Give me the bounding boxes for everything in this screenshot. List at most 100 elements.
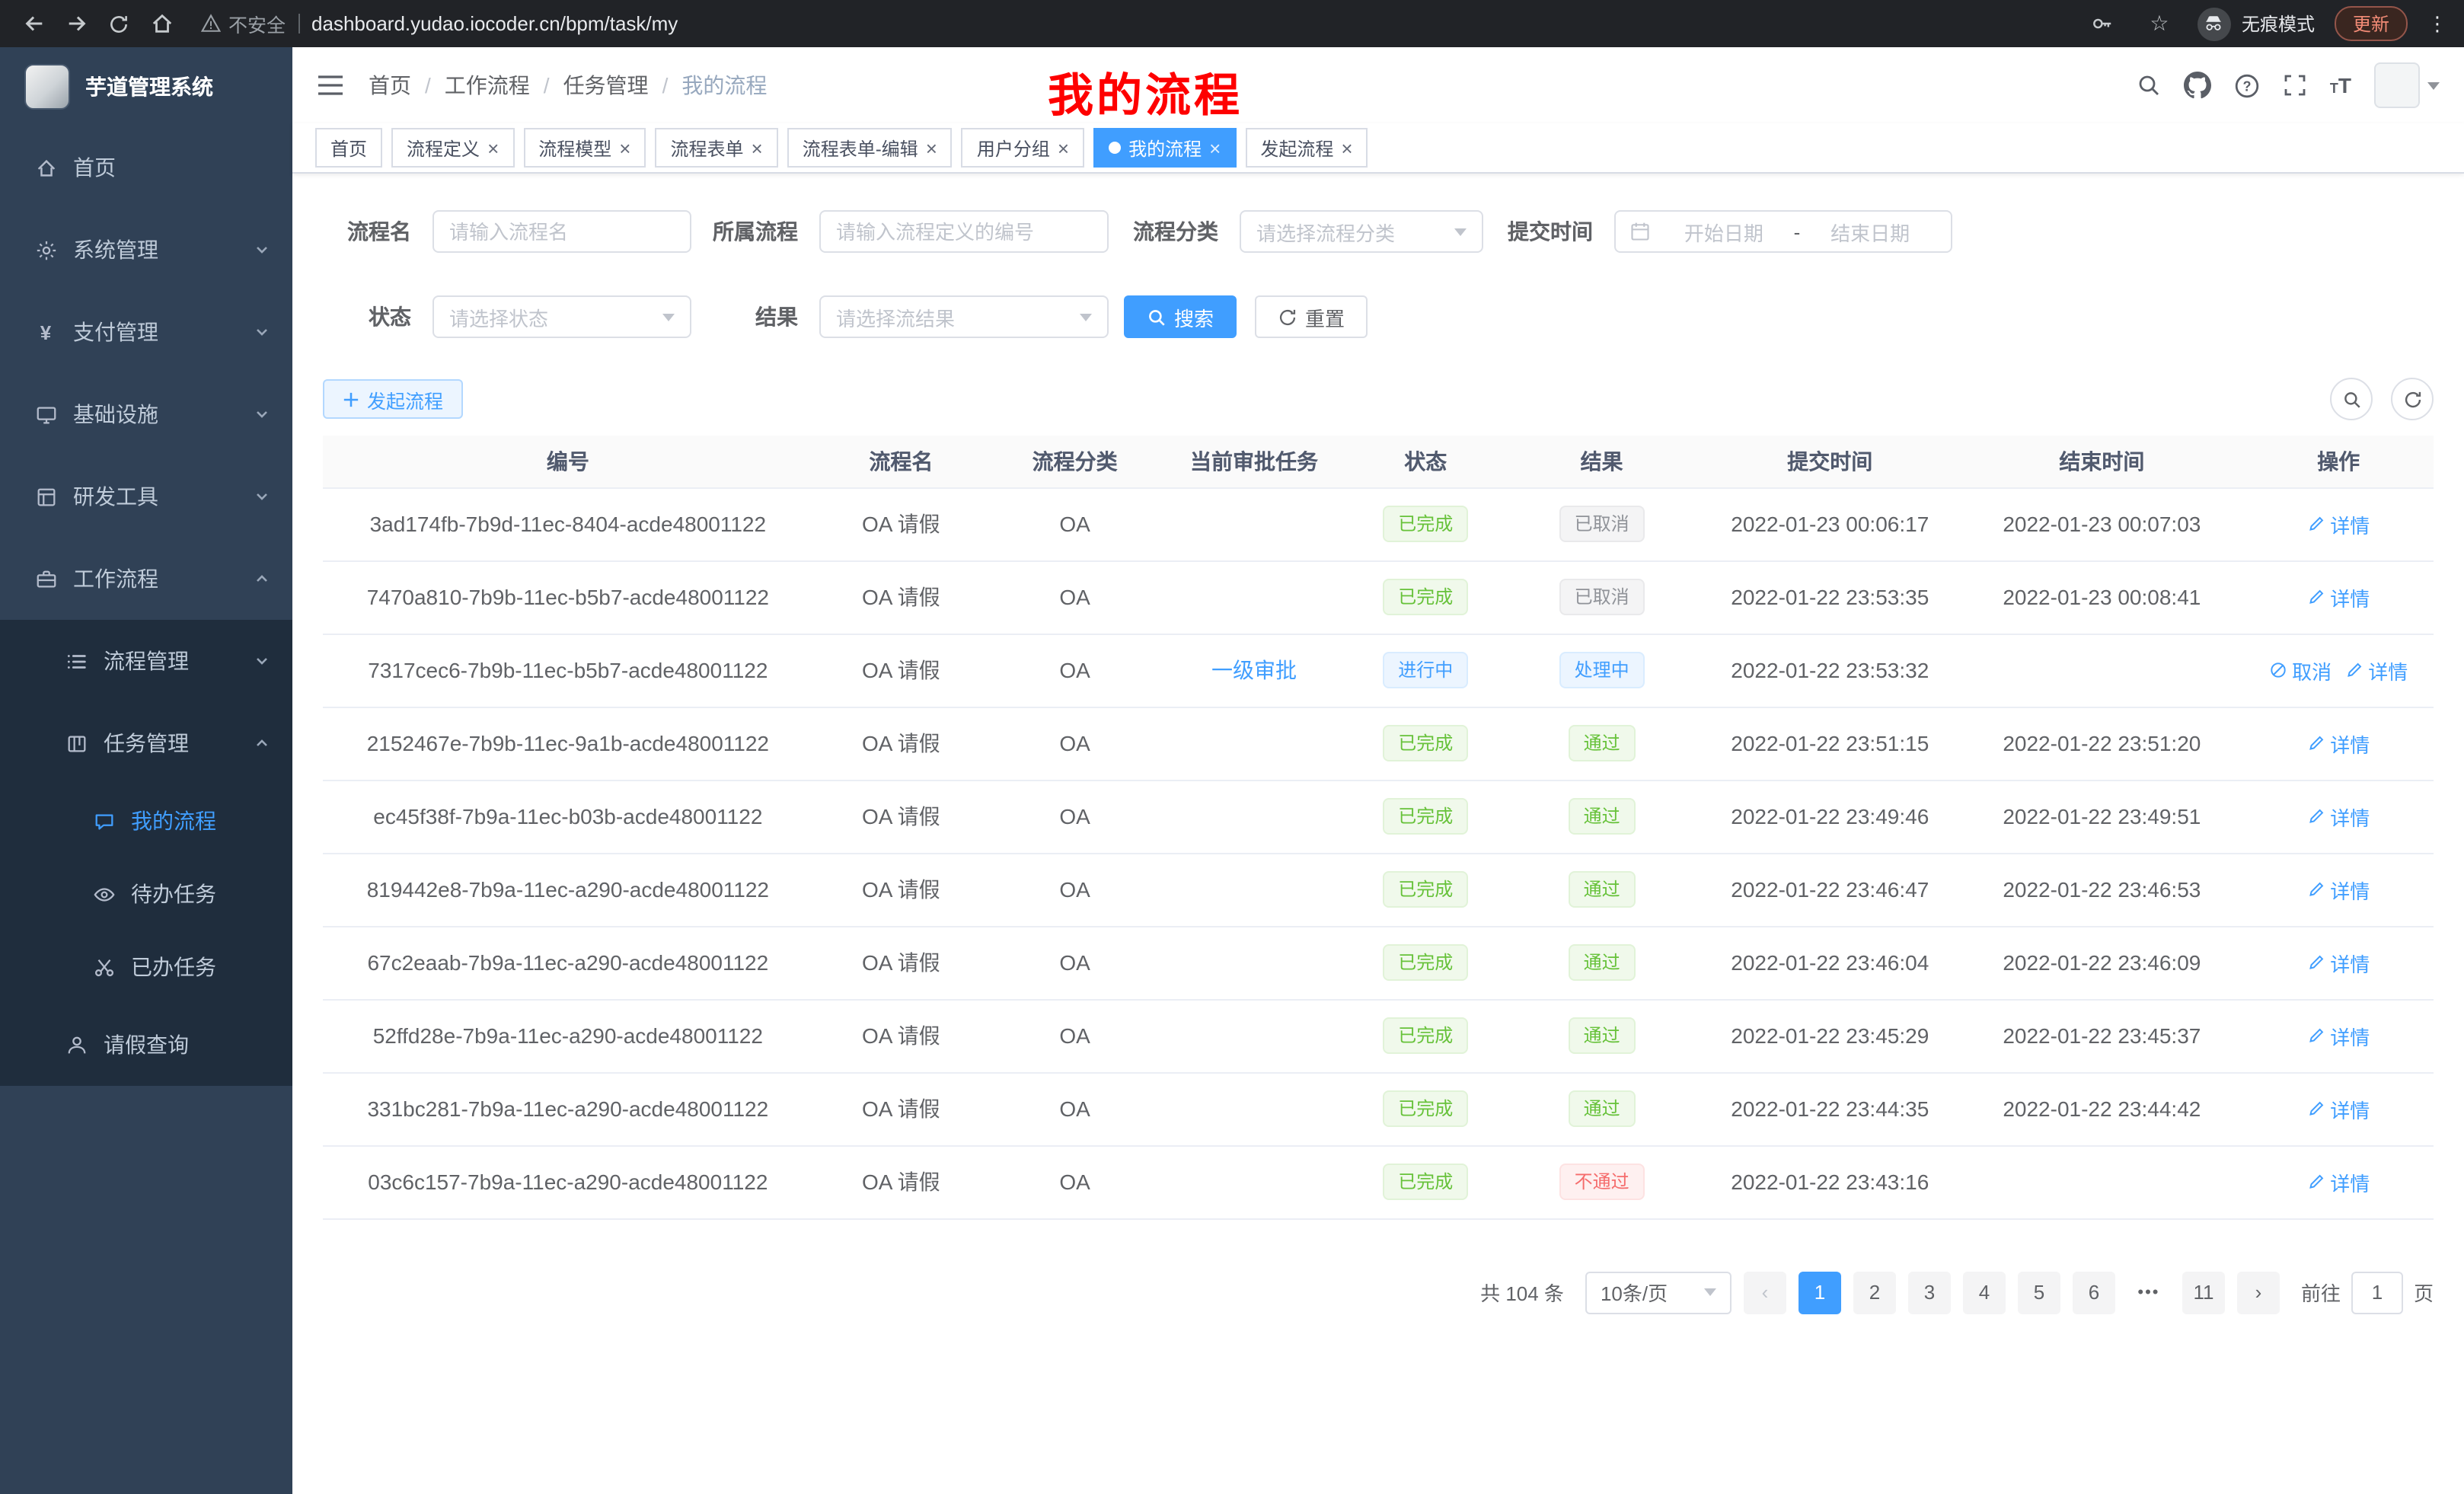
close-icon[interactable]: × <box>1341 138 1352 158</box>
row-action-detail[interactable]: 详情 <box>2307 509 2370 538</box>
hamburger-icon[interactable] <box>317 73 344 97</box>
sidebar-item-process-mgmt[interactable]: 流程管理 <box>0 620 292 702</box>
start-date-placeholder: 开始日期 <box>1657 217 1791 246</box>
chevron-down-icon <box>254 242 270 257</box>
chevron-down-icon <box>254 489 270 504</box>
sidebar-item-done-tasks[interactable]: 已办任务 <box>0 931 292 1004</box>
page-button-11[interactable]: 11 <box>2182 1271 2225 1314</box>
category-select[interactable]: 请选择流程分类 <box>1240 210 1483 253</box>
cell-submit-time: 2022-01-23 00:06:17 <box>1700 487 1960 560</box>
sidebar-item-workflow[interactable]: 工作流程 <box>0 538 292 620</box>
page-button-5[interactable]: 5 <box>2018 1271 2060 1314</box>
process-name-input[interactable] <box>432 210 691 253</box>
page-button-4[interactable]: 4 <box>1963 1271 2006 1314</box>
sidebar-item-leave-query[interactable]: 请假查询 <box>0 1004 292 1086</box>
page-button-1[interactable]: 1 <box>1799 1271 1841 1314</box>
search-icon[interactable] <box>2137 73 2161 97</box>
chevron-down-icon <box>1454 228 1467 235</box>
row-action-detail[interactable]: 详情 <box>2307 875 2370 904</box>
incognito-badge[interactable]: 无痕模式 <box>2197 7 2315 40</box>
cell-name: OA 请假 <box>813 560 989 634</box>
tab-home[interactable]: 首页 <box>315 128 382 168</box>
update-button[interactable]: 更新 <box>2335 6 2408 41</box>
filter-row-1: 流程名 所属流程 流程分类 请选择流程分类 <box>323 210 2434 253</box>
row-action-cancel[interactable]: 取消 <box>2269 656 2332 685</box>
active-dot <box>1109 142 1121 154</box>
page-button-6[interactable]: 6 <box>2073 1271 2115 1314</box>
row-action-detail[interactable]: 详情 <box>2307 1167 2370 1196</box>
sidebar-item-system[interactable]: 系统管理 <box>0 209 292 291</box>
close-icon[interactable]: × <box>752 138 763 158</box>
cell-submit-time: 2022-01-22 23:53:32 <box>1700 634 1960 707</box>
back-icon[interactable] <box>15 7 52 40</box>
refresh-table-button[interactable] <box>2391 378 2434 420</box>
github-icon[interactable] <box>2184 72 2211 99</box>
incognito-icon <box>2197 7 2231 40</box>
tab-user-group[interactable]: 用户分组× <box>962 128 1084 168</box>
start-process-button[interactable]: 发起流程 <box>323 379 463 419</box>
breadcrumb-item[interactable]: 任务管理 <box>563 70 649 101</box>
row-action-detail[interactable]: 详情 <box>2307 729 2370 758</box>
current-task-link[interactable]: 一级审批 <box>1211 658 1297 682</box>
cell-end-time <box>1960 1145 2243 1218</box>
goto-unit: 页 <box>2414 1278 2434 1307</box>
row-action-detail[interactable]: 详情 <box>2307 583 2370 611</box>
cell-category: OA <box>989 1145 1160 1218</box>
sidebar-item-devtools[interactable]: 研发工具 <box>0 455 292 538</box>
search-button[interactable]: 搜索 <box>1124 295 1237 338</box>
tab-process-model[interactable]: 流程模型× <box>523 128 646 168</box>
key-icon[interactable] <box>2085 7 2121 40</box>
reload-icon[interactable] <box>101 7 137 40</box>
close-icon[interactable]: × <box>1209 138 1221 158</box>
row-action-detail[interactable]: 详情 <box>2307 948 2370 977</box>
close-icon[interactable]: × <box>926 138 937 158</box>
cell-actions: 取消详情 <box>2243 634 2434 707</box>
user-menu[interactable] <box>2374 62 2440 108</box>
next-page-button[interactable]: › <box>2237 1271 2280 1314</box>
tab-my-process[interactable]: 我的流程× <box>1093 128 1236 168</box>
sidebar-item-task-mgmt[interactable]: 任务管理 <box>0 702 292 784</box>
bookmark-star-icon[interactable]: ☆ <box>2141 7 2178 40</box>
browser-menu-icon[interactable]: ⋮ <box>2427 11 2449 36</box>
fullscreen-icon[interactable] <box>2283 73 2307 97</box>
breadcrumb-item[interactable]: 工作流程 <box>445 70 530 101</box>
close-icon[interactable]: × <box>1058 138 1069 158</box>
sidebar-item-my-process[interactable]: 我的流程 <box>0 784 292 857</box>
tab-start-process[interactable]: 发起流程× <box>1245 128 1368 168</box>
prev-page-button[interactable]: ‹ <box>1744 1271 1786 1314</box>
sidebar-item-home[interactable]: 首页 <box>0 126 292 209</box>
row-action-detail[interactable]: 详情 <box>2307 802 2370 831</box>
more-pages-button[interactable]: ••• <box>2127 1271 2170 1314</box>
forward-icon[interactable] <box>58 7 94 40</box>
row-action-detail[interactable]: 详情 <box>2307 1021 2370 1050</box>
reset-button[interactable]: 重置 <box>1255 295 1368 338</box>
tab-process-form[interactable]: 流程表单× <box>655 128 777 168</box>
app-logo[interactable]: 芋道管理系统 <box>0 47 292 126</box>
page-button-2[interactable]: 2 <box>1853 1271 1896 1314</box>
process-key-input[interactable] <box>819 210 1109 253</box>
page-button-3[interactable]: 3 <box>1908 1271 1951 1314</box>
row-action-detail[interactable]: 详情 <box>2345 656 2408 685</box>
help-icon[interactable]: ? <box>2234 72 2260 98</box>
sidebar-item-todo-tasks[interactable]: 待办任务 <box>0 857 292 931</box>
status-select[interactable]: 请选择状态 <box>432 295 691 338</box>
goto-page-input[interactable] <box>2351 1271 2403 1314</box>
cell-end-time: 2022-01-23 00:07:03 <box>1960 487 2243 560</box>
submit-time-range-picker[interactable]: 开始日期 - 结束日期 <box>1614 210 1952 253</box>
sidebar-item-infra[interactable]: 基础设施 <box>0 373 292 455</box>
tab-process-form-edit[interactable]: 流程表单-编辑× <box>787 128 953 168</box>
home-browser-icon[interactable] <box>143 7 180 40</box>
font-size-icon[interactable]: TT <box>2330 73 2351 97</box>
row-action-detail[interactable]: 详情 <box>2307 1094 2370 1123</box>
breadcrumb-item[interactable]: 首页 <box>369 70 411 101</box>
sidebar-item-payment[interactable]: ¥ 支付管理 <box>0 291 292 373</box>
address-bar[interactable]: 不安全 dashboard.yudao.iocoder.cn/bpm/task/… <box>201 9 2060 38</box>
close-icon[interactable]: × <box>619 138 630 158</box>
page-size-select[interactable]: 10条/页 <box>1585 1271 1732 1314</box>
status-tag: 已完成 <box>1383 1090 1468 1127</box>
close-icon[interactable]: × <box>487 138 499 158</box>
toggle-search-button[interactable] <box>2330 378 2373 420</box>
tab-process-definition[interactable]: 流程定义× <box>391 128 514 168</box>
result-select[interactable]: 请选择流结果 <box>819 295 1109 338</box>
payment-icon: ¥ <box>34 320 58 344</box>
